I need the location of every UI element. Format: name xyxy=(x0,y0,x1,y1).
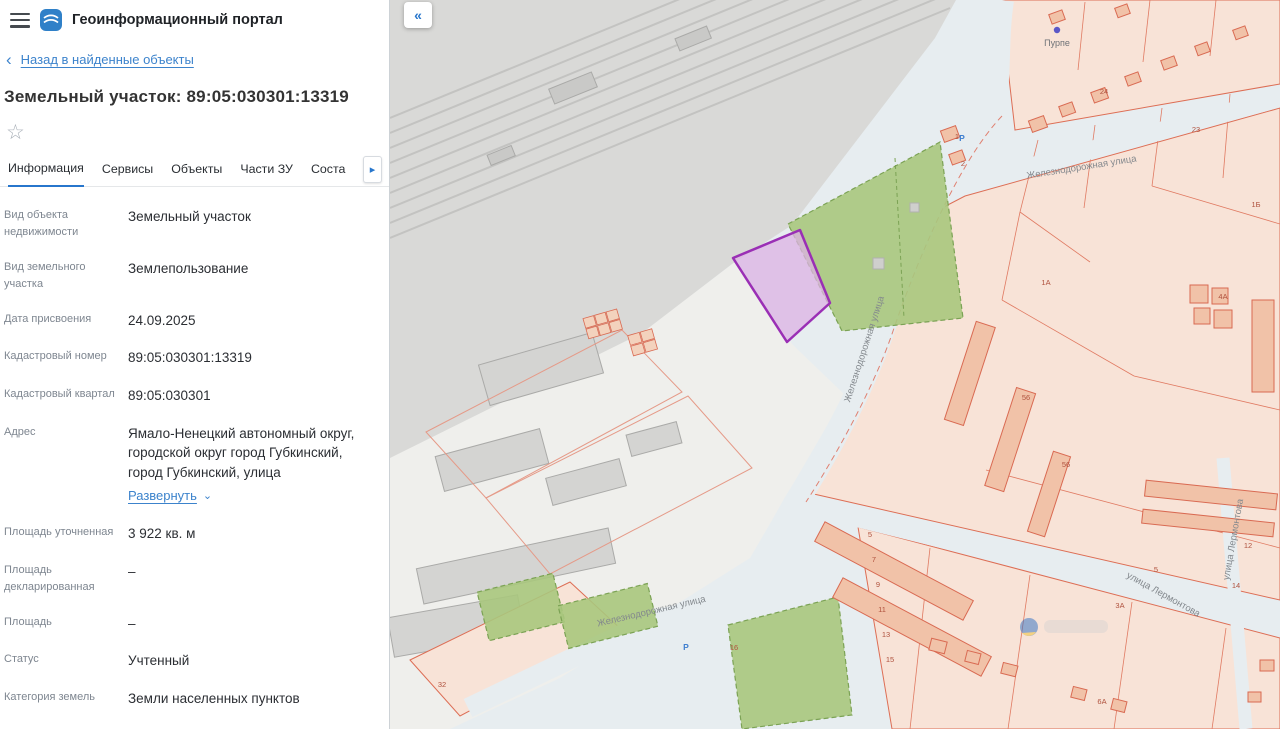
parcel-number-label: 13 xyxy=(882,630,890,639)
field-value: 3 922 кв. м xyxy=(128,526,196,542)
field-label: Площадь уточненная xyxy=(4,526,114,539)
field-label: Адрес xyxy=(4,425,36,438)
field-label: Кадастровый квартал xyxy=(4,388,115,401)
tab-composition[interactable]: Соста xyxy=(311,162,345,186)
chevron-down-icon: ⌄ xyxy=(202,490,213,503)
collapse-panel-button[interactable]: « xyxy=(404,2,432,28)
field-row: Площадь уточненная 3 922 кв. м xyxy=(0,515,389,553)
field-label: Вид объекта недвижимости xyxy=(4,208,79,238)
parcel-number-label: 12 xyxy=(1244,541,1252,550)
parcel-number-label: 16 xyxy=(730,643,738,652)
field-label: Площадь xyxy=(4,615,52,628)
field-label: Статус xyxy=(4,653,39,666)
chevron-right-icon: ▸ xyxy=(369,163,376,176)
field-row: Кадастровый номер 89:05:030301:13319 xyxy=(0,339,389,377)
parcel-number-label: 56 xyxy=(1062,460,1070,469)
tab-services[interactable]: Сервисы xyxy=(102,162,153,186)
parcel-number-label: 5 xyxy=(1154,565,1158,574)
field-row-address: Адрес Ямало-Ненецкий автономный округ, г… xyxy=(0,415,389,516)
field-row: Кадастровый квартал 89:05:030301 xyxy=(0,377,389,415)
field-row: Дата присвоения 24.09.2025 xyxy=(0,302,389,340)
field-value: 89:05:030301 xyxy=(128,388,211,404)
field-label: Дата присвоения xyxy=(4,312,92,325)
field-label: Вид земельного участка xyxy=(4,260,86,290)
small-building xyxy=(872,257,885,270)
field-value: 89:05:030301:13319 xyxy=(128,350,252,366)
field-row: Вид разрешенного использования Предостав… xyxy=(0,717,389,729)
favorite-star-icon[interactable]: ☆ xyxy=(6,122,25,143)
map-canvas[interactable]: Пурпе Железнодорожная улица Железнодорож… xyxy=(390,0,1280,729)
geo-portal-app: Геоинформационный портал ‹ Назад в найде… xyxy=(0,0,1280,729)
parcel-number-label: 56 xyxy=(1022,393,1030,402)
parcel-number-label: 2 xyxy=(961,159,965,168)
field-value: 24.09.2025 xyxy=(128,312,196,328)
parcel-number-label: 7 xyxy=(872,555,876,564)
field-value: – xyxy=(128,615,136,631)
parcel-number-label: 1А xyxy=(1041,278,1050,287)
parcel-number-label: 11 xyxy=(878,605,886,614)
back-link[interactable]: ‹ Назад в найденные объекты xyxy=(6,49,194,69)
address-expand-link[interactable]: Развернуть ⌄ xyxy=(128,487,212,506)
parcel-number-label: 32 xyxy=(438,680,446,689)
address-text: Ямало-Ненецкий автономный округ, городск… xyxy=(128,425,355,480)
chevron-left-icon: ‹ xyxy=(6,49,12,69)
parcel-number-label: 9 xyxy=(876,580,880,589)
parcel-number-label: 1 xyxy=(955,132,959,141)
field-value: Ямало-Ненецкий автономный округ, городск… xyxy=(128,424,379,507)
parcel-number-label: 14 xyxy=(1232,581,1240,590)
top-bar: Геоинформационный портал xyxy=(0,0,389,31)
field-value: Учтенный xyxy=(128,653,190,669)
menu-icon[interactable] xyxy=(10,12,30,28)
field-value: Землепользование xyxy=(128,260,249,276)
tab-information[interactable]: Информация xyxy=(8,161,84,187)
field-value: Земельный участок xyxy=(128,208,251,224)
field-row: Вид земельного участка Землепользование xyxy=(0,250,389,302)
small-building xyxy=(909,202,920,213)
field-row: Площадь – xyxy=(0,605,389,643)
parking-label: Р xyxy=(959,133,965,143)
parcel-number-label: 5 xyxy=(868,530,872,539)
parcel-number-label: 24 xyxy=(1100,87,1108,96)
parcel-number-label: 6А xyxy=(1097,697,1106,706)
page-title: Земельный участок: 89:05:030301:13319 xyxy=(4,86,349,106)
app-title: Геоинформационный портал xyxy=(72,12,283,28)
tab-bar: Информация Сервисы Объекты Части ЗУ Сост… xyxy=(0,155,389,187)
field-row: Вид объекта недвижимости Земельный участ… xyxy=(0,198,389,250)
field-label: Категория земель xyxy=(4,690,95,703)
tab-scroll-right-button[interactable]: ▸ xyxy=(363,155,382,183)
field-row: Статус Учтенный xyxy=(0,642,389,680)
parcel-number-label: 3А xyxy=(1115,601,1124,610)
tab-parcel-parts[interactable]: Части ЗУ xyxy=(240,162,293,186)
field-row: Площадь декларированная – xyxy=(0,553,389,605)
tab-objects[interactable]: Объекты xyxy=(171,162,222,186)
app-logo xyxy=(40,9,62,31)
object-info-panel: Геоинформационный портал ‹ Назад в найде… xyxy=(0,0,390,729)
field-label: Кадастровый номер xyxy=(4,350,107,363)
settlement-label: Пурпе xyxy=(1044,38,1070,48)
field-value: – xyxy=(128,563,136,579)
attribute-list: Вид объекта недвижимости Земельный участ… xyxy=(0,198,389,729)
parcel-number-label: 1Б xyxy=(1251,200,1260,209)
parcel-number-label: 23 xyxy=(1192,125,1200,134)
field-row: Категория земель Земли населенных пункто… xyxy=(0,680,389,718)
settlement-dot xyxy=(1053,26,1061,34)
parcel-number-label: 4А xyxy=(1218,292,1227,301)
parking-label: Р xyxy=(683,642,689,652)
field-label: Площадь декларированная xyxy=(4,563,95,593)
field-value: Земли населенных пунктов xyxy=(128,690,300,706)
parcel-number-label: 15 xyxy=(886,655,894,664)
